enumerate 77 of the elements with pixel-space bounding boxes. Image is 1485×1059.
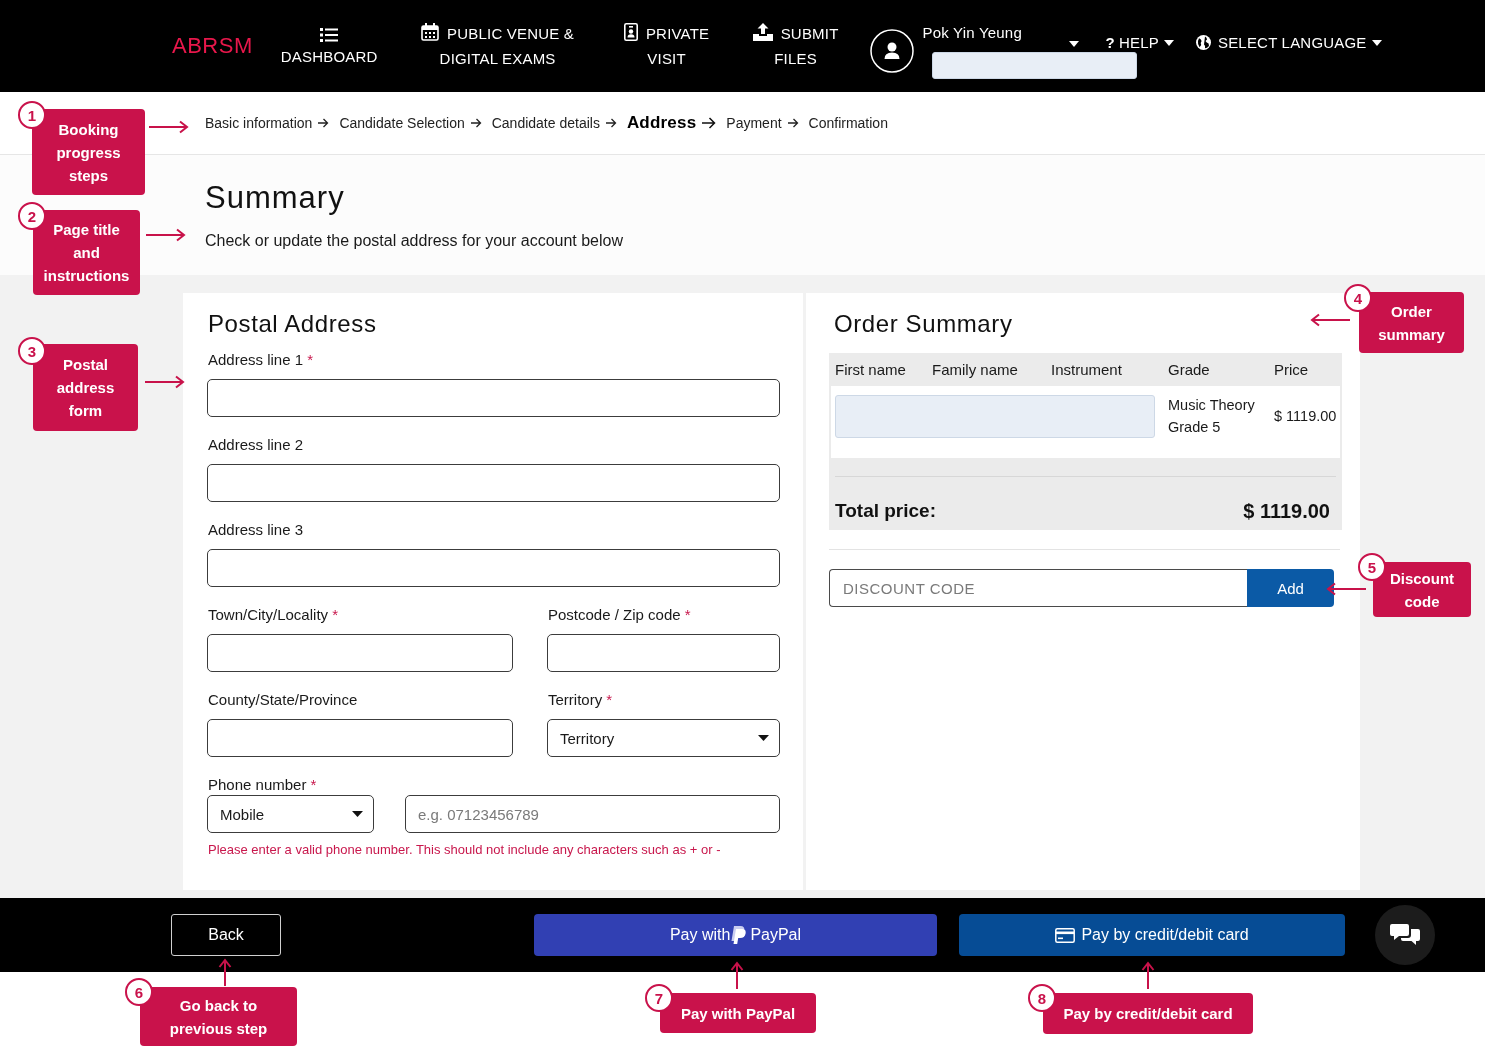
breadcrumb-step: Candidate details xyxy=(491,115,600,131)
arrow-icon xyxy=(470,118,482,128)
arrow-icon xyxy=(605,118,617,128)
column-header: Grade xyxy=(1168,361,1211,378)
user-name: Pok Yin Yeung xyxy=(922,23,1022,43)
chat-icon xyxy=(1390,923,1420,947)
text-field[interactable] xyxy=(547,634,780,672)
list-icon xyxy=(320,27,339,42)
breadcrumb-step: Confirmation xyxy=(808,115,888,131)
field-label: Address line 2 xyxy=(208,435,304,455)
logo-icon xyxy=(731,926,747,944)
text-field[interactable] xyxy=(207,464,780,502)
instructions-text: Check or update the postal address for your account below xyxy=(205,231,624,251)
breadcrumb-step: Payment xyxy=(726,115,782,131)
field-label: Address line 3 xyxy=(208,520,304,540)
nav-link[interactable]: DASHBOARD xyxy=(280,25,378,67)
nav-link[interactable]: PRIVATE VISIT xyxy=(617,21,716,71)
field-label: Address line 1 * xyxy=(208,350,314,370)
dropdown-field[interactable]: Mobile xyxy=(207,795,374,833)
section-title: Postal Address xyxy=(208,309,377,339)
arrow-icon xyxy=(787,118,799,128)
add-button[interactable]: Add xyxy=(1247,569,1334,607)
globe-icon xyxy=(1195,35,1211,50)
nav-link[interactable]: PUBLIC VENUE & DIGITAL EXAMS xyxy=(409,21,586,71)
caret-icon xyxy=(352,811,363,817)
discount-code-field[interactable]: DISCOUNT CODE xyxy=(829,569,1247,607)
user-avatar-icon xyxy=(869,29,914,73)
site-logo[interactable]: ABRSM xyxy=(172,33,253,59)
breadcrumb-step: Basic information xyxy=(205,115,313,131)
arrow-icon xyxy=(149,120,189,134)
column-header: Price xyxy=(1274,361,1310,378)
arrow-icon xyxy=(730,961,744,989)
field-label: Territory * xyxy=(548,690,613,710)
paypal-button[interactable]: Pay with PayPal xyxy=(534,914,937,956)
arrow-icon xyxy=(145,375,185,389)
caret-icon xyxy=(758,735,769,741)
arrow-icon xyxy=(218,958,232,986)
breadcrumb-step: Candidate Selection xyxy=(339,115,465,131)
total-value: $ 1119.00 xyxy=(1243,499,1330,524)
calendar-icon xyxy=(421,23,440,41)
credit-card-icon xyxy=(1055,927,1076,943)
caret-icon xyxy=(1163,39,1174,46)
arrow-icon xyxy=(1326,582,1366,596)
upload-icon xyxy=(752,23,773,41)
card-payment-button[interactable]: Pay by credit/debit card xyxy=(959,914,1345,956)
column-header: Instrument xyxy=(1051,361,1123,378)
page-title: Summary xyxy=(205,179,345,217)
total-label: Total price: xyxy=(835,499,936,523)
back-button[interactable]: Back xyxy=(171,914,281,956)
text-field[interactable] xyxy=(207,719,513,757)
phone-number-field[interactable]: e.g. 07123456789 xyxy=(405,795,780,833)
text-field[interactable] xyxy=(207,549,780,587)
arrow-icon xyxy=(1141,961,1155,989)
column-header: First name xyxy=(835,361,907,378)
arrow-icon xyxy=(702,117,717,129)
table-cell-text: $ 1119.00 xyxy=(1274,407,1338,426)
breadcrumb-step: Address xyxy=(626,113,697,133)
section-title: Order Summary xyxy=(834,309,1013,339)
column-header: Family name xyxy=(932,361,1019,378)
table-cell-text: Music Theory Grade 5 xyxy=(1168,396,1256,437)
error-message: Please enter a valid phone number. This should not include any characters such as + or - xyxy=(208,841,721,859)
caret-icon[interactable] xyxy=(1068,41,1079,47)
field-label: County/State/Province xyxy=(208,690,358,710)
field-label: Phone number * xyxy=(208,776,317,793)
arrow-icon xyxy=(318,118,330,128)
arrow-icon xyxy=(1310,313,1350,327)
help-menu[interactable]: ? HELP xyxy=(1105,34,1174,51)
text-field[interactable] xyxy=(207,379,780,417)
arrow-icon xyxy=(146,228,186,242)
dropdown-field[interactable]: Territory xyxy=(547,719,780,757)
field-label: Postcode / Zip code * xyxy=(548,605,691,625)
nav-link[interactable]: SUBMIT FILES xyxy=(747,21,844,71)
id-badge-icon xyxy=(623,23,638,41)
caret-icon xyxy=(1371,39,1382,46)
language-menu[interactable]: SELECT LANGUAGE xyxy=(1195,34,1382,51)
field-label: Town/City/Locality * xyxy=(208,605,339,625)
text-field[interactable] xyxy=(207,634,513,672)
